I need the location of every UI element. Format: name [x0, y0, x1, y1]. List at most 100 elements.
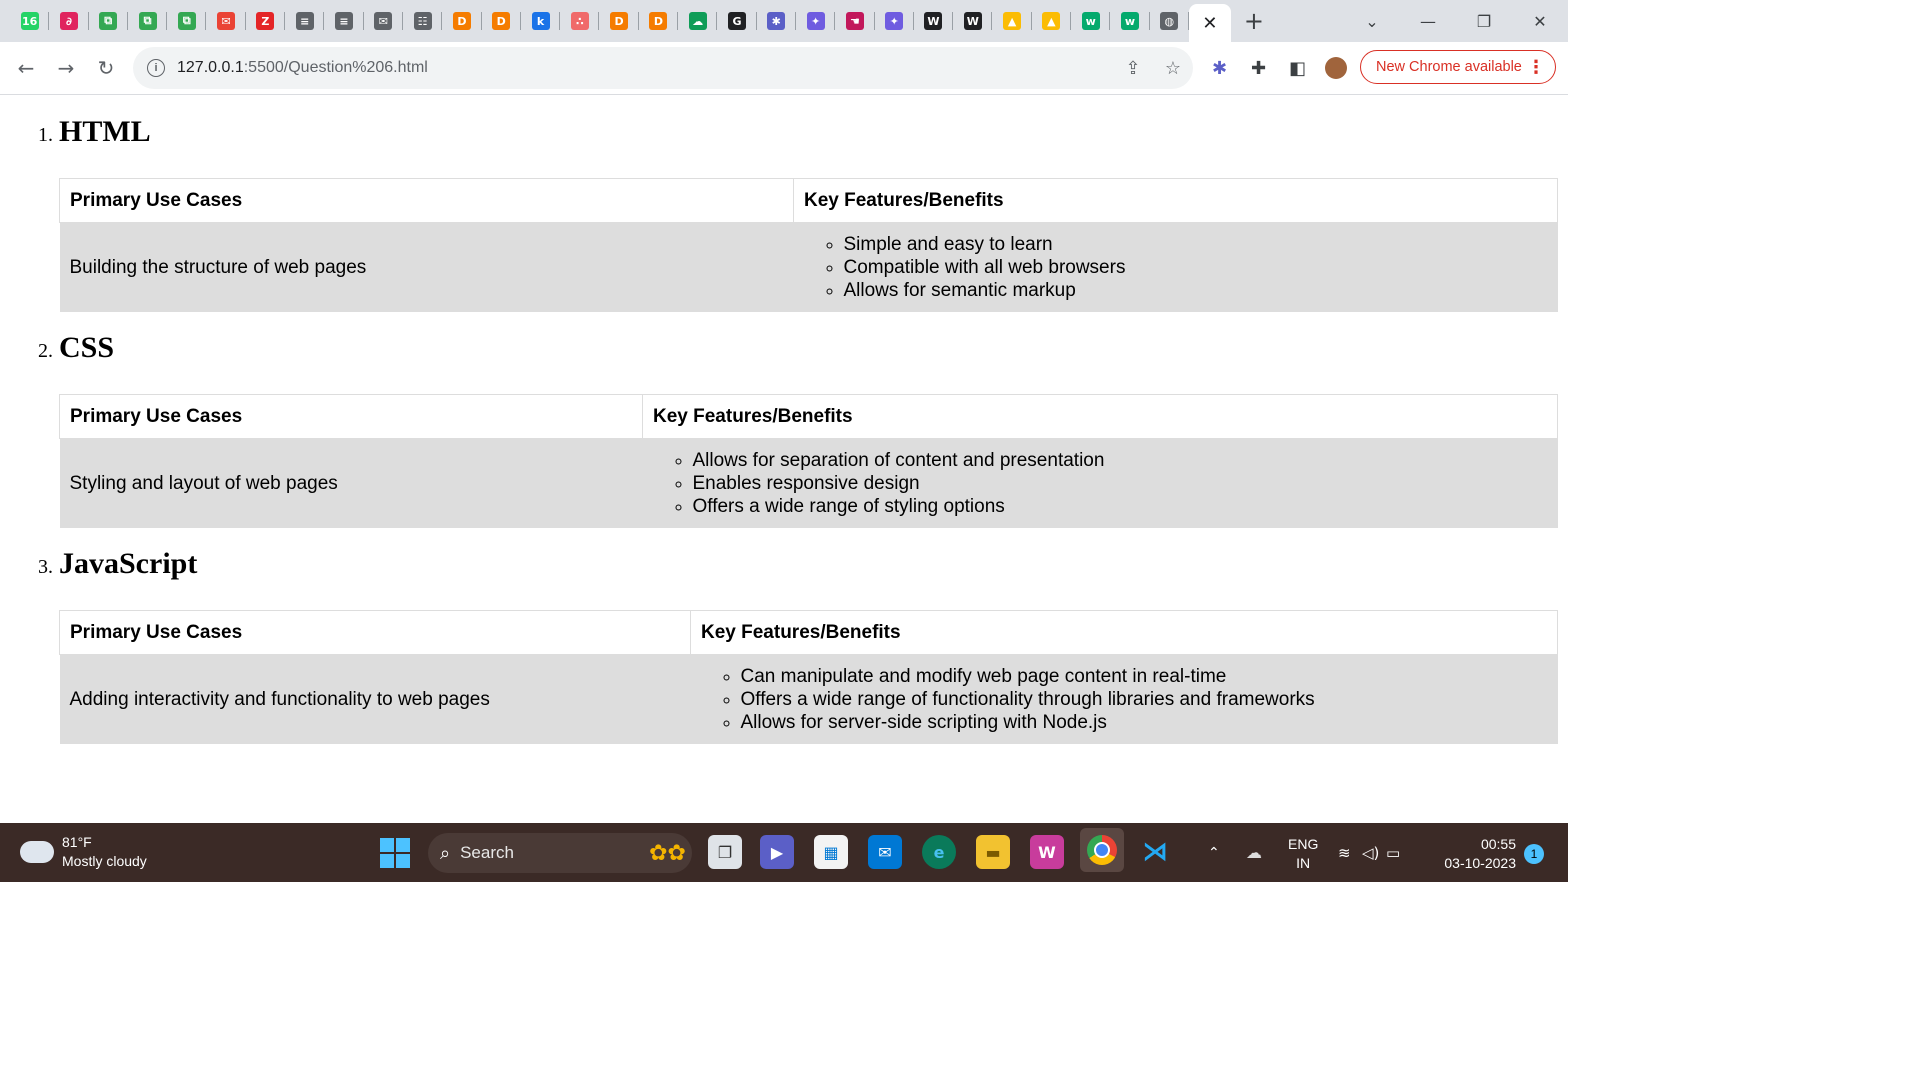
back-icon[interactable]: ← [6, 56, 46, 80]
file-explorer-icon[interactable]: ▬ [976, 835, 1010, 869]
feature-item: Allows for semantic markup [844, 279, 1548, 302]
browser-tab[interactable]: ◍ [1150, 0, 1190, 42]
onedrive-error-icon[interactable]: ☁ [1246, 843, 1262, 862]
task-view-icon[interactable]: ❐ [708, 835, 742, 869]
extension-spark-icon[interactable]: ✱ [1200, 58, 1239, 79]
feature-list: Simple and easy to learnCompatible with … [804, 233, 1548, 302]
url-text[interactable]: 127.0.0.1:5500/Question%206.html [177, 59, 428, 77]
browser-tab[interactable]: D [639, 0, 679, 42]
section-title: CSS [59, 331, 115, 364]
tab-search-icon[interactable]: ⌄ [1344, 12, 1400, 31]
store-icon[interactable]: ▦ [814, 835, 848, 869]
wifi-icon: ≋ [1338, 843, 1351, 862]
browser-tab[interactable]: ⧉ [89, 0, 129, 42]
feature-item: Compatible with all web browsers [844, 256, 1548, 279]
g-icon: G [727, 12, 746, 30]
browser-tab[interactable]: ☚ [835, 0, 875, 42]
weather-desc: Mostly cloudy [62, 853, 147, 869]
new-chrome-available-button[interactable]: New Chrome available ⋮ [1360, 50, 1556, 84]
browser-tab[interactable]: ✉ [206, 0, 247, 42]
whatsapp-icon: 16 [20, 12, 39, 30]
browser-tab[interactable]: G [717, 0, 757, 42]
profile-avatar[interactable] [1325, 57, 1347, 79]
more-menu-icon[interactable]: ⋮ [1527, 57, 1545, 78]
wordpress-icon: W [924, 12, 943, 30]
language-indicator[interactable]: ENG IN [1288, 835, 1318, 873]
bookmark-star-icon[interactable]: ☆ [1153, 58, 1193, 79]
browser-tab[interactable]: ✱ [757, 0, 797, 42]
browser-tab[interactable]: w [1071, 0, 1111, 42]
sheet-icon: ⧉ [177, 12, 196, 30]
weather-widget[interactable]: 81°F Mostly cloudy [18, 833, 147, 871]
address-bar[interactable]: i 127.0.0.1:5500/Question%206.html ⇪ ☆ [133, 47, 1193, 89]
site-info-icon[interactable]: i [147, 59, 165, 77]
close-window-icon[interactable]: ✕ [1512, 12, 1568, 31]
browser-tab[interactable]: ☁ [678, 0, 718, 42]
comparison-table: Primary Use Cases Key Features/Benefits Bu… [59, 178, 1558, 312]
browser-tab[interactable]: ✉ [364, 0, 404, 42]
teams-icon[interactable]: ▶ [760, 835, 794, 869]
chrome-taskbar-button[interactable] [1080, 828, 1124, 872]
battery-icon: ▭ [1386, 843, 1401, 862]
browser-tab[interactable]: D [442, 0, 482, 42]
drive-icon: ▲ [1003, 12, 1022, 30]
browser-tab[interactable]: ⧉ [128, 0, 168, 42]
browser-tab[interactable]: W [953, 0, 993, 42]
forward-icon[interactable]: → [46, 56, 86, 80]
browser-tab[interactable]: ✦ [796, 0, 836, 42]
new-tab-button[interactable]: + [1231, 7, 1277, 35]
cloud-icon [18, 833, 54, 863]
browser-tab[interactable]: ≡ [285, 0, 325, 42]
extensions-puzzle-icon[interactable]: ✚ [1239, 58, 1278, 79]
search-label: Search [460, 843, 514, 862]
feature-list: Can manipulate and modify web page conte… [701, 665, 1548, 734]
browser-tab[interactable]: ▲ [992, 0, 1033, 42]
sheet-icon: ⧉ [138, 12, 157, 30]
side-panel-icon[interactable]: ◧ [1278, 58, 1317, 79]
url-path: :5500/Question%206.html [243, 59, 428, 76]
browser-tab[interactable]: Z [246, 0, 286, 42]
chat-icon: ✉ [217, 12, 236, 30]
browser-tab[interactable]: 16 [10, 0, 50, 42]
edge-icon[interactable]: e [922, 835, 956, 869]
start-button[interactable] [380, 838, 410, 868]
browser-tab[interactable]: w [1110, 0, 1150, 42]
wps-icon[interactable]: W [1030, 835, 1064, 869]
clock[interactable]: 00:55 03-10-2023 [1436, 835, 1516, 873]
reload-icon[interactable]: ↻ [86, 56, 126, 80]
tab-strip: 16 ∂ ⧉ ⧉ ⧉ ✉ Z ≡ ≡ ✉ ☷ D Dk ∴ D D ☁ G ✱ ✦ ☚ ✦ W W ▲ ▲ w w ◍ ✕ + ⌄ — … [0, 0, 1568, 42]
features-cell: Simple and easy to learnCompatible with … [793, 222, 1558, 312]
taskbar-search[interactable]: ⌕ Search ✿✿ [428, 833, 692, 873]
restore-icon[interactable]: ❐ [1456, 12, 1512, 31]
comparison-table: Primary Use Cases Key Features/Benefits Ad… [59, 610, 1558, 744]
browser-tab[interactable]: ☷ [403, 0, 443, 42]
d-icon: D [610, 12, 629, 30]
browser-tab[interactable]: ✦ [875, 0, 915, 42]
vscode-icon[interactable]: ⋊ [1138, 835, 1172, 869]
lang-code: ENG [1288, 836, 1319, 852]
hand-icon: ☚ [845, 12, 864, 30]
browser-tab[interactable]: k [521, 0, 561, 42]
status-icons[interactable]: ≋ ◁) ▭ [1338, 823, 1410, 882]
chevron-up-icon[interactable]: ⌃ [1208, 845, 1228, 861]
active-tab[interactable]: ✕ [1188, 4, 1231, 42]
mail-icon[interactable]: ✉ [868, 835, 902, 869]
page-content: 1. HTML Primary Use Cases Key Features/Bene… [0, 95, 1568, 823]
browser-tab[interactable]: D [482, 0, 522, 42]
share-icon[interactable]: ⇪ [1113, 58, 1153, 79]
close-tab-icon[interactable]: ✕ [1202, 13, 1217, 34]
minimize-icon[interactable]: — [1400, 12, 1456, 31]
browser-tab[interactable]: ▲ [1032, 0, 1072, 42]
browser-tab[interactable]: W [914, 0, 954, 42]
browser-tab[interactable]: ⧉ [167, 0, 207, 42]
browser-tab[interactable]: D [599, 0, 640, 42]
wordpress-icon: W [963, 12, 982, 30]
notification-badge[interactable]: 1 [1524, 844, 1544, 864]
windows-taskbar: 81°F Mostly cloudy ⌕ Search ✿✿ ❐ ▶ ▦ ✉ e… [0, 823, 1568, 882]
browser-tab[interactable]: ∂ [49, 0, 89, 42]
browser-tab[interactable]: ∴ [560, 0, 600, 42]
browser-tab[interactable]: ≡ [324, 0, 364, 42]
window-controls: ⌄ — ❐ ✕ [1344, 0, 1568, 42]
feature-item: Allows for server-side scripting with No… [741, 711, 1548, 734]
header-primary-use-cases: Primary Use Cases [59, 178, 794, 223]
